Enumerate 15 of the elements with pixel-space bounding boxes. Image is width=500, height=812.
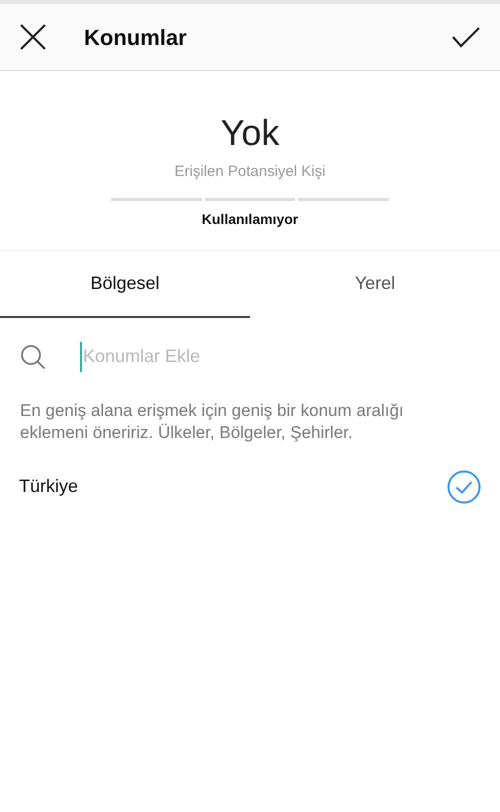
hint-text: En geniş alana erişmek için geniş bir konum aralığı eklemeni öneririz. Ülkeler, Bölgeler, Şehirler. (20, 400, 405, 444)
selected-check-icon[interactable] (447, 470, 481, 504)
page-title: Konumlar (84, 24, 187, 52)
check-icon (452, 26, 480, 48)
search-icon (20, 344, 46, 370)
tab[interactable]: Yerel (250, 250, 500, 318)
confirm-button[interactable] (452, 25, 480, 49)
reach-value: Yok (220, 113, 280, 153)
location-name: Türkiye (19, 475, 78, 498)
search-field[interactable]: Konumlar Ekle (80, 342, 460, 372)
reach-status: Kullanılamıyor (202, 210, 298, 229)
close-button[interactable] (20, 24, 46, 50)
close-icon (20, 24, 46, 50)
reach-label: Erişilen Potansiyel Kişi (174, 162, 326, 182)
tab[interactable]: Bölgesel (0, 250, 250, 318)
